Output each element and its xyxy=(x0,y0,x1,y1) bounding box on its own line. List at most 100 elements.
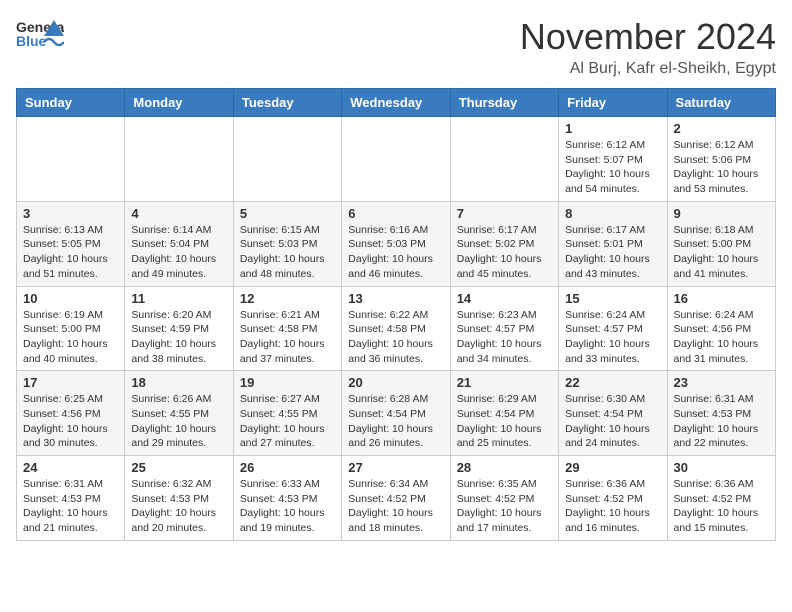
calendar-cell: 19Sunrise: 6:27 AM Sunset: 4:55 PM Dayli… xyxy=(233,371,341,456)
day-number: 21 xyxy=(457,375,552,390)
day-number: 16 xyxy=(674,291,769,306)
page-header: GeneralBlue November 2024 Al Burj, Kafr … xyxy=(16,16,776,78)
day-number: 30 xyxy=(674,460,769,475)
day-info: Sunrise: 6:31 AM Sunset: 4:53 PM Dayligh… xyxy=(23,477,118,536)
calendar-cell: 29Sunrise: 6:36 AM Sunset: 4:52 PM Dayli… xyxy=(559,456,667,541)
day-number: 27 xyxy=(348,460,443,475)
day-info: Sunrise: 6:32 AM Sunset: 4:53 PM Dayligh… xyxy=(131,477,226,536)
day-number: 15 xyxy=(565,291,660,306)
day-number: 18 xyxy=(131,375,226,390)
calendar-cell: 30Sunrise: 6:36 AM Sunset: 4:52 PM Dayli… xyxy=(667,456,775,541)
day-number: 23 xyxy=(674,375,769,390)
calendar-cell: 12Sunrise: 6:21 AM Sunset: 4:58 PM Dayli… xyxy=(233,286,341,371)
day-info: Sunrise: 6:24 AM Sunset: 4:56 PM Dayligh… xyxy=(674,308,769,367)
calendar-cell: 9 Sunrise: 6:18 AM Sunset: 5:00 PM Daylig… xyxy=(667,201,775,286)
calendar-cell: 18 Sunrise: 6:26 AM Sunset: 4:55 PM Dayli… xyxy=(125,371,233,456)
title-section: November 2024 Al Burj, Kafr el-Sheikh, E… xyxy=(520,16,776,78)
day-info: Sunrise: 6:28 AM Sunset: 4:54 PM Dayligh… xyxy=(348,392,443,451)
day-number: 9 xyxy=(674,206,769,221)
month-title: November 2024 xyxy=(520,16,776,58)
calendar-header-thursday: Thursday xyxy=(450,89,558,117)
day-number: 7 xyxy=(457,206,552,221)
calendar-cell: 22 Sunrise: 6:30 AM Sunset: 4:54 PM Dayli… xyxy=(559,371,667,456)
calendar-cell xyxy=(450,117,558,202)
calendar-cell: 16 Sunrise: 6:24 AM Sunset: 4:56 PM Dayli… xyxy=(667,286,775,371)
calendar-cell: 15 Sunrise: 6:24 AM Sunset: 4:57 PM Dayli… xyxy=(559,286,667,371)
location-title: Al Burj, Kafr el-Sheikh, Egypt xyxy=(520,60,776,78)
day-info: Sunrise: 6:23 AM Sunset: 4:57 PM Dayligh… xyxy=(457,308,552,367)
day-info: Sunrise: 6:16 AM Sunset: 5:03 PM Dayligh… xyxy=(348,223,443,282)
calendar-header-saturday: Saturday xyxy=(667,89,775,117)
day-number: 8 xyxy=(565,206,660,221)
day-number: 22 xyxy=(565,375,660,390)
day-info: Sunrise: 6:12 AM Sunset: 5:06 PM Dayligh… xyxy=(674,138,769,197)
calendar-cell: 23 Sunrise: 6:31 AM Sunset: 4:53 PM Dayli… xyxy=(667,371,775,456)
calendar-week-row: 17 Sunrise: 6:25 AM Sunset: 4:56 PM Dayli… xyxy=(17,371,776,456)
calendar-cell: 13Sunrise: 6:22 AM Sunset: 4:58 PM Dayli… xyxy=(342,286,450,371)
calendar-cell: 6 Sunrise: 6:16 AM Sunset: 5:03 PM Daylig… xyxy=(342,201,450,286)
day-number: 17 xyxy=(23,375,118,390)
day-info: Sunrise: 6:20 AM Sunset: 4:59 PM Dayligh… xyxy=(131,308,226,367)
day-number: 20 xyxy=(348,375,443,390)
day-info: Sunrise: 6:30 AM Sunset: 4:54 PM Dayligh… xyxy=(565,392,660,451)
day-number: 1 xyxy=(565,121,660,136)
calendar-cell: 10Sunrise: 6:19 AM Sunset: 5:00 PM Dayli… xyxy=(17,286,125,371)
day-number: 3 xyxy=(23,206,118,221)
calendar-cell: 17 Sunrise: 6:25 AM Sunset: 4:56 PM Dayli… xyxy=(17,371,125,456)
calendar-cell xyxy=(342,117,450,202)
calendar-cell: 24 Sunrise: 6:31 AM Sunset: 4:53 PM Dayli… xyxy=(17,456,125,541)
day-number: 24 xyxy=(23,460,118,475)
calendar-cell: 7Sunrise: 6:17 AM Sunset: 5:02 PM Daylig… xyxy=(450,201,558,286)
day-info: Sunrise: 6:13 AM Sunset: 5:05 PM Dayligh… xyxy=(23,223,118,282)
day-number: 25 xyxy=(131,460,226,475)
day-info: Sunrise: 6:14 AM Sunset: 5:04 PM Dayligh… xyxy=(131,223,226,282)
day-info: Sunrise: 6:24 AM Sunset: 4:57 PM Dayligh… xyxy=(565,308,660,367)
day-info: Sunrise: 6:22 AM Sunset: 4:58 PM Dayligh… xyxy=(348,308,443,367)
calendar-header-tuesday: Tuesday xyxy=(233,89,341,117)
day-info: Sunrise: 6:25 AM Sunset: 4:56 PM Dayligh… xyxy=(23,392,118,451)
day-info: Sunrise: 6:36 AM Sunset: 4:52 PM Dayligh… xyxy=(565,477,660,536)
calendar-cell: 25 Sunrise: 6:32 AM Sunset: 4:53 PM Dayli… xyxy=(125,456,233,541)
calendar-cell: 2 Sunrise: 6:12 AM Sunset: 5:06 PM Daylig… xyxy=(667,117,775,202)
day-number: 11 xyxy=(131,291,226,306)
day-info: Sunrise: 6:15 AM Sunset: 5:03 PM Dayligh… xyxy=(240,223,335,282)
day-number: 14 xyxy=(457,291,552,306)
calendar-header-wednesday: Wednesday xyxy=(342,89,450,117)
calendar-cell xyxy=(233,117,341,202)
calendar-cell: 14 Sunrise: 6:23 AM Sunset: 4:57 PM Dayli… xyxy=(450,286,558,371)
day-info: Sunrise: 6:12 AM Sunset: 5:07 PM Dayligh… xyxy=(565,138,660,197)
day-number: 19 xyxy=(240,375,335,390)
calendar-cell: 4 Sunrise: 6:14 AM Sunset: 5:04 PM Daylig… xyxy=(125,201,233,286)
day-info: Sunrise: 6:31 AM Sunset: 4:53 PM Dayligh… xyxy=(674,392,769,451)
day-number: 28 xyxy=(457,460,552,475)
calendar-cell: 8 Sunrise: 6:17 AM Sunset: 5:01 PM Daylig… xyxy=(559,201,667,286)
calendar-header-friday: Friday xyxy=(559,89,667,117)
calendar-week-row: 10Sunrise: 6:19 AM Sunset: 5:00 PM Dayli… xyxy=(17,286,776,371)
calendar-week-row: 24 Sunrise: 6:31 AM Sunset: 4:53 PM Dayli… xyxy=(17,456,776,541)
calendar-cell xyxy=(17,117,125,202)
calendar-cell: 11 Sunrise: 6:20 AM Sunset: 4:59 PM Dayli… xyxy=(125,286,233,371)
day-number: 5 xyxy=(240,206,335,221)
calendar-cell: 28 Sunrise: 6:35 AM Sunset: 4:52 PM Dayli… xyxy=(450,456,558,541)
day-info: Sunrise: 6:26 AM Sunset: 4:55 PM Dayligh… xyxy=(131,392,226,451)
logo: GeneralBlue xyxy=(16,16,64,54)
day-number: 2 xyxy=(674,121,769,136)
calendar-week-row: 3 Sunrise: 6:13 AM Sunset: 5:05 PM Daylig… xyxy=(17,201,776,286)
day-number: 6 xyxy=(348,206,443,221)
calendar-cell: 20 Sunrise: 6:28 AM Sunset: 4:54 PM Dayli… xyxy=(342,371,450,456)
day-info: Sunrise: 6:33 AM Sunset: 4:53 PM Dayligh… xyxy=(240,477,335,536)
day-info: Sunrise: 6:17 AM Sunset: 5:01 PM Dayligh… xyxy=(565,223,660,282)
day-info: Sunrise: 6:35 AM Sunset: 4:52 PM Dayligh… xyxy=(457,477,552,536)
calendar-header-monday: Monday xyxy=(125,89,233,117)
calendar-cell: 21Sunrise: 6:29 AM Sunset: 4:54 PM Dayli… xyxy=(450,371,558,456)
logo-svg: GeneralBlue xyxy=(16,16,64,54)
day-info: Sunrise: 6:18 AM Sunset: 5:00 PM Dayligh… xyxy=(674,223,769,282)
day-number: 26 xyxy=(240,460,335,475)
calendar-table: SundayMondayTuesdayWednesdayThursdayFrid… xyxy=(16,88,776,541)
calendar-cell: 1 Sunrise: 6:12 AM Sunset: 5:07 PM Daylig… xyxy=(559,117,667,202)
calendar-cell: 3 Sunrise: 6:13 AM Sunset: 5:05 PM Daylig… xyxy=(17,201,125,286)
calendar-week-row: 1 Sunrise: 6:12 AM Sunset: 5:07 PM Daylig… xyxy=(17,117,776,202)
day-number: 4 xyxy=(131,206,226,221)
calendar-header-row: SundayMondayTuesdayWednesdayThursdayFrid… xyxy=(17,89,776,117)
day-number: 10 xyxy=(23,291,118,306)
